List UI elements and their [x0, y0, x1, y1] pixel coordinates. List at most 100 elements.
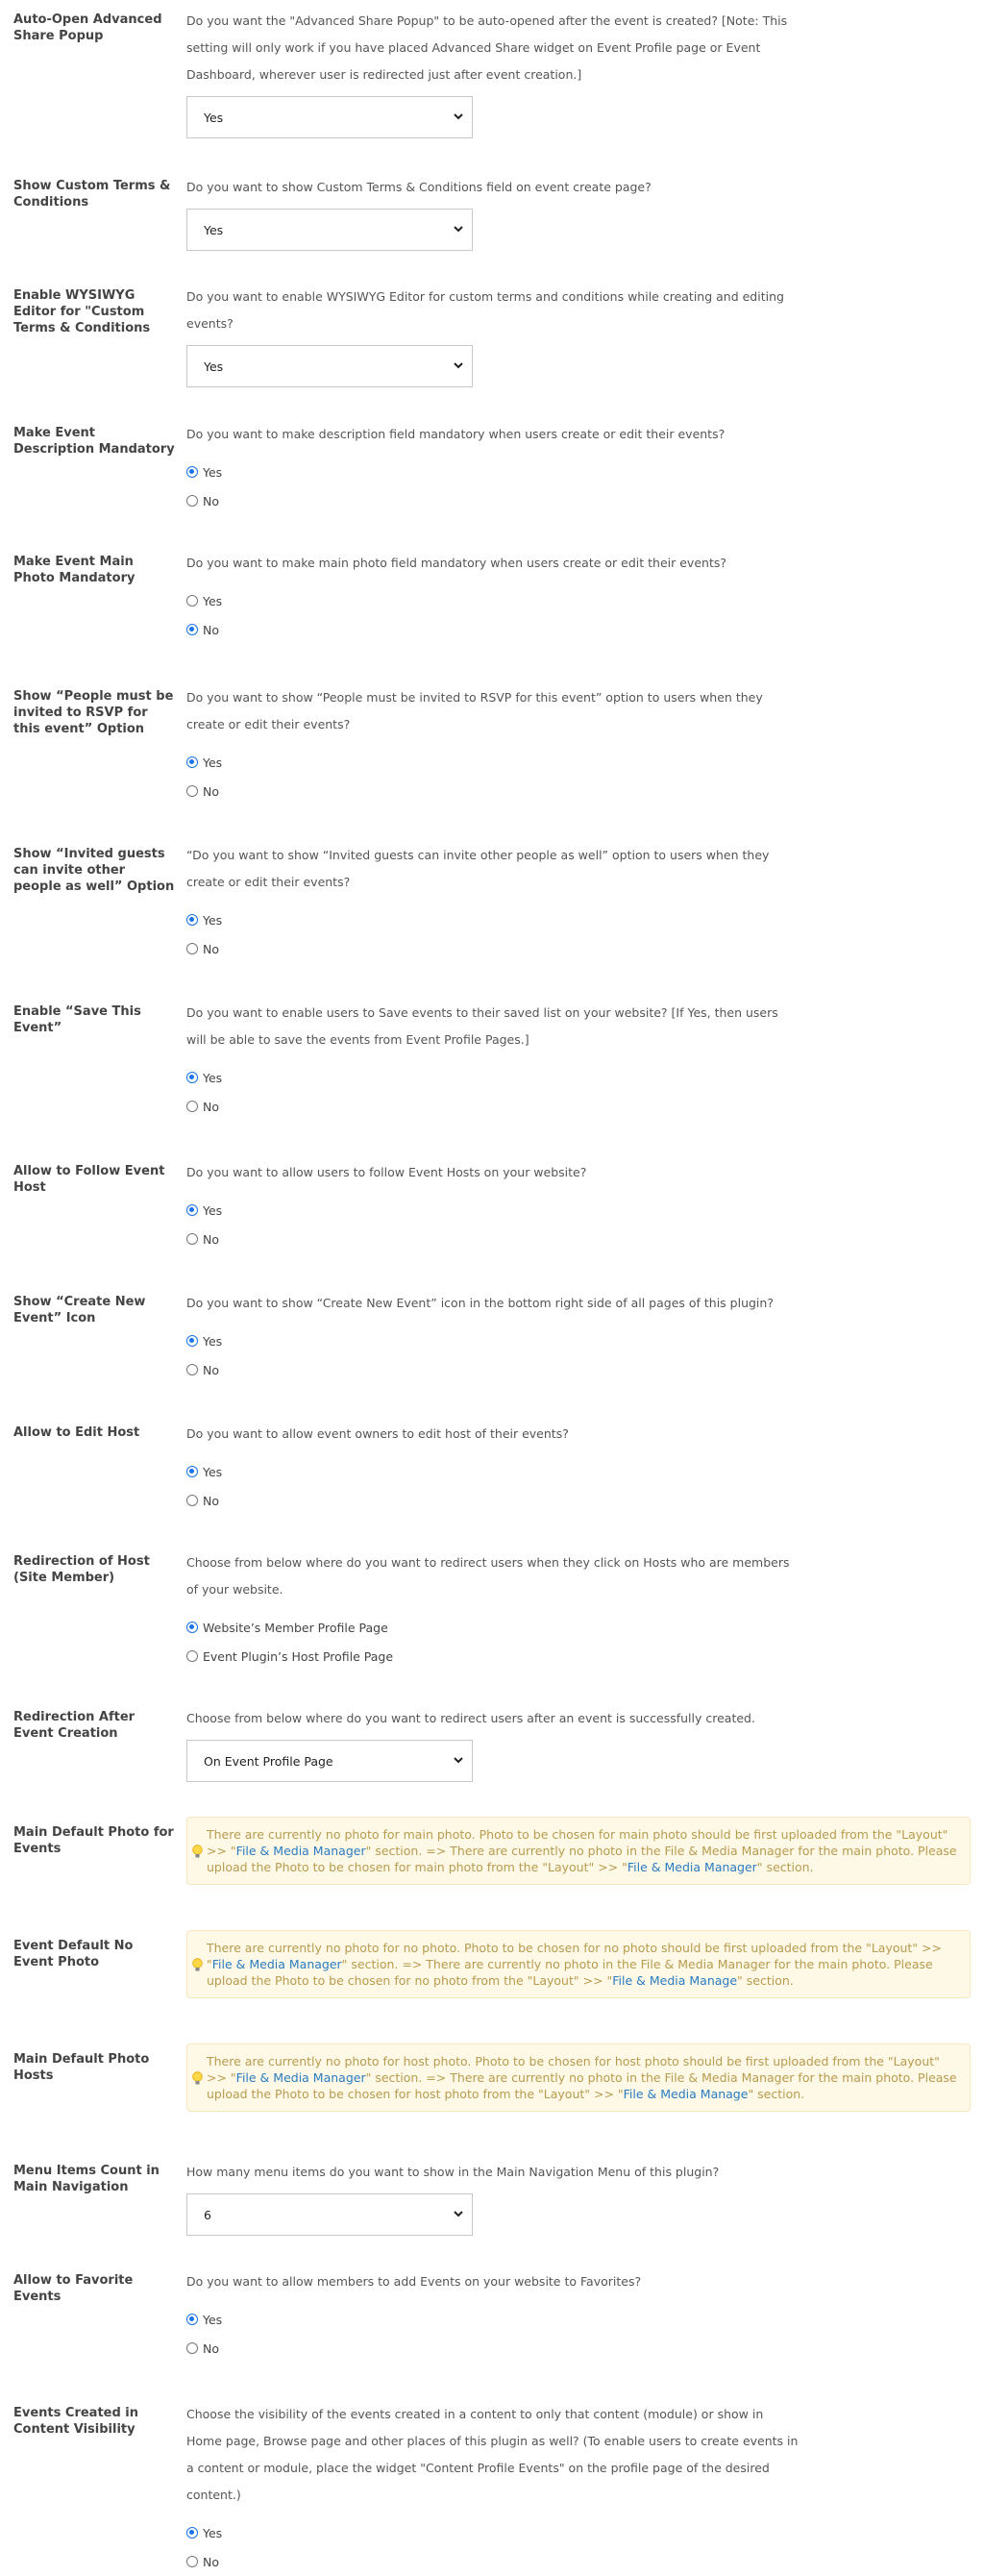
radio-option-yes[interactable]: Yes — [186, 1196, 801, 1225]
setting-field: Do you want to allow users to follow Eve… — [186, 1159, 801, 1253]
radio-option-yes[interactable]: Yes — [186, 458, 801, 486]
radio-option-yes[interactable]: Yes — [186, 1326, 801, 1355]
radio-button[interactable] — [186, 595, 198, 607]
setting-field: Do you want to make main photo field man… — [186, 550, 801, 644]
setting-label: Enable “Save This Event” — [13, 1004, 141, 1035]
setting-label: Show “People must be invited to RSVP for… — [13, 689, 174, 736]
setting-field: Do you want the "Advanced Share Popup" t… — [186, 8, 801, 138]
chevron-down-icon — [453, 111, 464, 122]
setting-field: Do you want to allow members to add Even… — [186, 2268, 801, 2363]
radio-label: No — [203, 1362, 219, 1377]
radio-group: Yes No — [186, 905, 801, 963]
radio-label: No — [203, 1231, 219, 1247]
radio-group: Yes No — [186, 1457, 801, 1515]
radio-button[interactable] — [186, 943, 198, 954]
selected-value: Yes — [204, 111, 224, 125]
radio-option-no[interactable]: No — [186, 934, 801, 963]
radio-label: Yes — [203, 1070, 223, 1085]
radio-button[interactable] — [186, 466, 198, 478]
radio-option-no[interactable]: No — [186, 1225, 801, 1253]
radio-label: Yes — [203, 2525, 223, 2540]
radio-group: Yes No — [186, 1196, 801, 1253]
file-media-manager-link[interactable]: File & Media Manage — [612, 1973, 737, 1988]
radio-button[interactable] — [186, 1335, 198, 1347]
setting-label: Menu Items Count in Main Navigation — [13, 2164, 160, 2194]
setting-label: Allow to Follow Event Host — [13, 1164, 165, 1195]
radio-button[interactable] — [186, 1466, 198, 1477]
radio-button[interactable] — [186, 495, 198, 507]
setting-select[interactable]: Yes — [186, 96, 473, 138]
radio-option-yes[interactable]: Yes — [186, 2305, 801, 2334]
tip-text: " section. — [748, 2087, 805, 2101]
radio-label: No — [203, 622, 219, 637]
radio-option-yes[interactable]: Yes — [186, 1063, 801, 1092]
radio-button[interactable] — [186, 756, 198, 768]
setting-select[interactable]: Yes — [186, 209, 473, 251]
setting-description: Choose from below where do you want to r… — [186, 1711, 755, 1725]
file-media-manager-link[interactable]: File & Media Manager — [236, 2070, 366, 2085]
radio-button[interactable] — [186, 2314, 198, 2325]
setting-description: Do you want to enable WYSIWYG Editor for… — [186, 289, 784, 331]
radio-button[interactable] — [186, 2556, 198, 2567]
radio-option-no[interactable]: No — [186, 777, 801, 805]
radio-button[interactable] — [186, 2527, 198, 2539]
radio-option-yes[interactable]: Yes — [186, 2518, 801, 2547]
chevron-down-icon — [453, 359, 464, 371]
setting-label: Enable WYSIWYG Editor for "Custom Terms … — [13, 288, 151, 335]
radio-button[interactable] — [186, 785, 198, 797]
radio-button[interactable] — [186, 1650, 198, 1662]
setting-select[interactable]: Yes — [186, 345, 473, 387]
radio-button[interactable] — [186, 914, 198, 926]
setting-description: Choose from below where do you want to r… — [186, 1555, 790, 1597]
setting-select[interactable]: 6 — [186, 2193, 473, 2236]
radio-button[interactable] — [186, 1072, 198, 1083]
radio-option-yes[interactable]: Yes — [186, 586, 801, 615]
radio-label: Event Plugin’s Host Profile Page — [203, 1648, 394, 1664]
radio-option-no[interactable]: No — [186, 1355, 801, 1384]
radio-option-event-plugin-s-host-profile-page[interactable]: Event Plugin’s Host Profile Page — [186, 1642, 801, 1671]
file-media-manager-link[interactable]: File & Media Manager — [236, 1844, 366, 1858]
radio-button[interactable] — [186, 2342, 198, 2354]
radio-option-yes[interactable]: Yes — [186, 748, 801, 777]
file-media-manager-link[interactable]: File & Media Manager — [627, 1860, 757, 1874]
radio-option-no[interactable]: No — [186, 1092, 801, 1121]
setting-field: “Do you want to show “Invited guests can… — [186, 842, 801, 963]
setting-select[interactable]: On Event Profile Page — [186, 1740, 473, 1782]
radio-group: Yes No — [186, 2518, 801, 2576]
radio-button[interactable] — [186, 1364, 198, 1375]
setting-description: Do you want to allow members to add Even… — [186, 2274, 642, 2289]
radio-group: Yes No — [186, 2305, 801, 2363]
info-tip: There are currently no photo for no phot… — [186, 1930, 971, 1998]
radio-button[interactable] — [186, 1204, 198, 1216]
radio-option-no[interactable]: No — [186, 1486, 801, 1515]
radio-option-no[interactable]: No — [186, 2547, 801, 2576]
setting-label: Event Default No Event Photo — [13, 1939, 134, 1969]
setting-label: Redirection of Host (Site Member) — [13, 1554, 150, 1585]
radio-option-yes[interactable]: Yes — [186, 905, 801, 934]
setting-label: Make Event Main Photo Mandatory — [13, 555, 135, 585]
setting-description: Do you want to make description field ma… — [186, 427, 726, 441]
lightbulb-icon — [192, 1845, 203, 1859]
radio-label: Yes — [203, 912, 223, 928]
setting-description: Do you want the "Advanced Share Popup" t… — [186, 13, 788, 82]
chevron-down-icon — [453, 2208, 464, 2219]
radio-option-no[interactable]: No — [186, 2334, 801, 2363]
setting-field: Choose from below where do you want to r… — [186, 1705, 801, 1782]
chevron-down-icon — [453, 1754, 464, 1766]
setting-field: Choose from below where do you want to r… — [186, 1549, 801, 1671]
radio-option-yes[interactable]: Yes — [186, 1457, 801, 1486]
radio-button[interactable] — [186, 1233, 198, 1245]
file-media-manager-link[interactable]: File & Media Manage — [624, 2087, 749, 2101]
radio-button[interactable] — [186, 1495, 198, 1506]
radio-option-website-s-member-profile-page[interactable]: Website’s Member Profile Page — [186, 1613, 801, 1642]
radio-option-no[interactable]: No — [186, 615, 801, 644]
file-media-manager-link[interactable]: File & Media Manager — [212, 1957, 342, 1971]
setting-description: Do you want to show “People must be invi… — [186, 690, 763, 731]
radio-group: Website’s Member Profile Page Event Plugi… — [186, 1613, 801, 1671]
radio-button[interactable] — [186, 1101, 198, 1112]
radio-group: Yes No — [186, 748, 801, 805]
radio-button[interactable] — [186, 1622, 198, 1633]
radio-option-no[interactable]: No — [186, 486, 801, 515]
setting-label: Show “Invited guests can invite other pe… — [13, 847, 175, 894]
radio-button[interactable] — [186, 624, 198, 635]
